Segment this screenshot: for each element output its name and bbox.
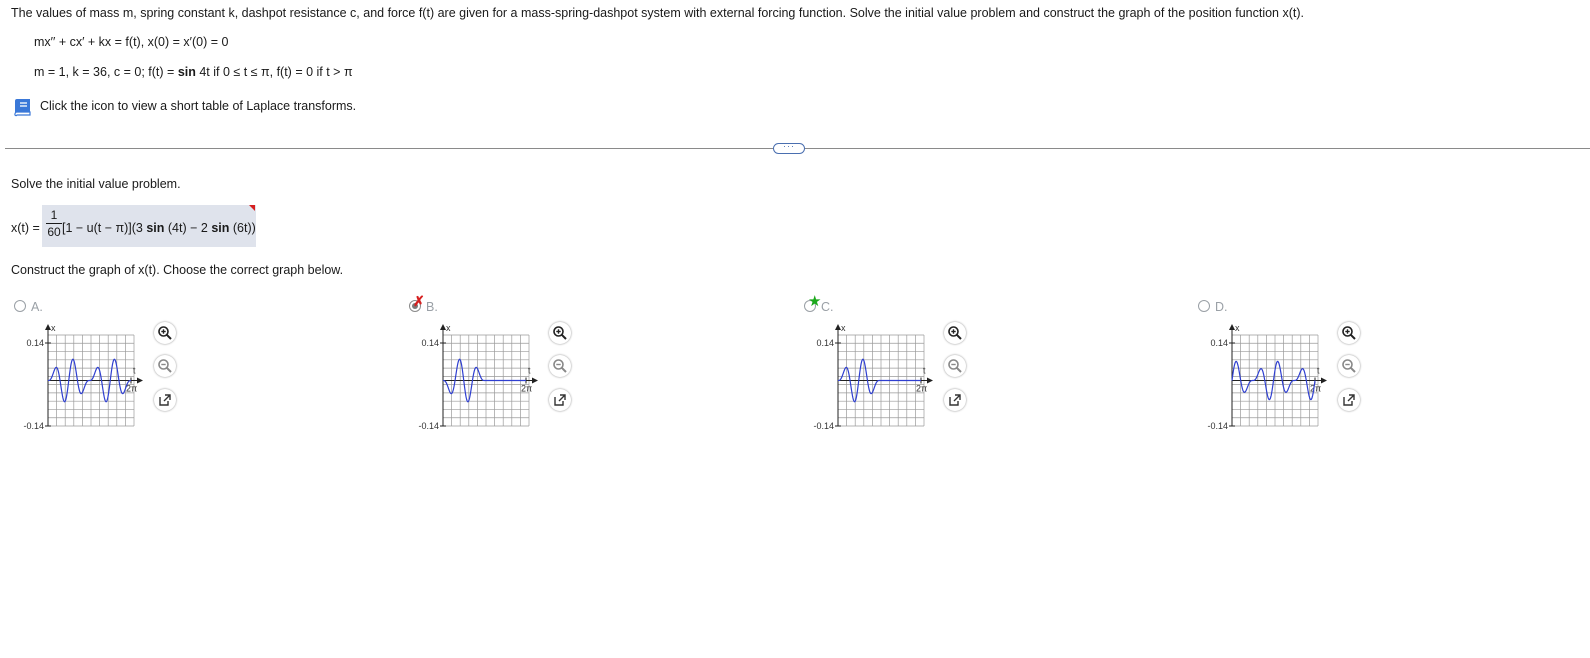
t-tick-label: 2π — [521, 384, 532, 394]
zoom-out-button[interactable] — [154, 355, 176, 377]
t-axis-label: t — [133, 366, 136, 376]
zoom-out-icon — [553, 359, 567, 373]
popout-icon — [1343, 394, 1355, 406]
answer-part-a: [1 − u(t − π)](3 — [62, 221, 147, 235]
fraction-bar — [46, 223, 62, 224]
position-graph: x t 0.14 -0.14 2π — [813, 323, 933, 431]
fraction-denominator: 60 — [47, 225, 61, 239]
expand-more-button[interactable]: ··· — [773, 142, 805, 154]
zoom-in-button[interactable] — [154, 322, 176, 344]
x-axis-label: x — [841, 323, 846, 333]
zoom-out-button[interactable] — [549, 355, 571, 377]
answer-part-c: (6t)) — [229, 221, 256, 235]
popout-button[interactable] — [944, 389, 966, 411]
position-graph: x t 0.14 -0.14 2π — [418, 323, 538, 431]
parameters-line: m = 1, k = 36, c = 0; f(t) = sin 4t if 0… — [34, 65, 353, 79]
x-axis-label: x — [1235, 323, 1240, 333]
t-axis-arrow-icon — [1321, 377, 1327, 384]
zoom-out-button[interactable] — [944, 355, 966, 377]
t-tick-label: 2π — [126, 384, 137, 394]
position-curve — [838, 358, 921, 403]
choice-radio[interactable] — [14, 300, 26, 312]
problem-statement: The values of mass m, spring constant k,… — [11, 6, 1304, 20]
zoom-in-button[interactable] — [549, 322, 571, 344]
y-max-label: 0.14 — [816, 338, 834, 348]
choice-label: B. — [426, 300, 438, 314]
zoom-in-icon — [948, 326, 962, 340]
zoom-out-button[interactable] — [1338, 355, 1360, 377]
t-tick-label: 2π — [916, 384, 927, 394]
choice-d[interactable]: D. x t 0.14 -0.14 2π — [1196, 297, 1396, 447]
t-axis-label: t — [923, 366, 926, 376]
x-axis-label: x — [446, 323, 451, 333]
parameters-suffix: 4t if 0 ≤ t ≤ π, f(t) = 0 if t > π — [195, 65, 353, 79]
t-tick-label: 2π — [1310, 384, 1321, 394]
parameters-sin: sin — [177, 65, 196, 79]
zoom-out-icon — [948, 359, 962, 373]
part1-prompt: Solve the initial value problem. — [11, 177, 181, 191]
y-max-label: 0.14 — [421, 338, 439, 348]
laplace-table-link[interactable]: Click the icon to view a short table of … — [40, 99, 356, 113]
popout-button[interactable] — [549, 389, 571, 411]
t-axis-label: t — [528, 366, 531, 376]
popout-button[interactable] — [154, 389, 176, 411]
zoom-out-icon — [158, 359, 172, 373]
t-axis-arrow-icon — [532, 377, 538, 384]
y-min-label: -0.14 — [1207, 421, 1228, 431]
book-icon[interactable] — [12, 97, 34, 117]
fraction-numerator: 1 — [50, 208, 58, 222]
answer-box[interactable]: 1 60 [1 − u(t − π)](3 sin (4t) − 2 sin (… — [42, 205, 256, 247]
parameters-prefix: m = 1, k = 36, c = 0; f(t) = — [34, 65, 178, 79]
differential-equation: mx′′ + cx′ + kx = f(t), x(0) = x′(0) = 0 — [34, 35, 229, 49]
answer-sin-1: sin — [146, 221, 165, 235]
zoom-in-button[interactable] — [1338, 322, 1360, 344]
y-max-label: 0.14 — [1210, 338, 1228, 348]
answer-lhs: x(t) = — [11, 221, 40, 235]
y-min-label: -0.14 — [23, 421, 44, 431]
y-max-label: 0.14 — [26, 338, 44, 348]
incorrect-flag-icon — [249, 205, 255, 211]
zoom-in-icon — [158, 326, 172, 340]
y-min-label: -0.14 — [813, 421, 834, 431]
popout-icon — [159, 394, 171, 406]
choice-a[interactable]: A. x t 0.14 -0.14 2π — [12, 297, 212, 447]
part2-prompt: Construct the graph of x(t). Choose the … — [11, 263, 344, 277]
correct-star-icon: ★ — [808, 293, 822, 310]
popout-icon — [949, 394, 961, 406]
choice-label: D. — [1215, 300, 1228, 314]
x-axis-label: x — [51, 323, 56, 333]
t-axis-arrow-icon — [137, 377, 143, 384]
choice-radio[interactable] — [1198, 300, 1210, 312]
answer-fraction: 1 60 — [46, 208, 62, 239]
choice-label: C. — [821, 300, 834, 314]
choice-c[interactable]: ★ C. x t 0.14 -0.14 2π — [802, 293, 1002, 447]
popout-button[interactable] — [1338, 389, 1360, 411]
t-axis-label: t — [1317, 366, 1320, 376]
answer-part-b: (4t) − 2 — [164, 221, 212, 235]
zoom-in-icon — [1342, 326, 1356, 340]
zoom-out-icon — [1342, 359, 1356, 373]
position-curve — [48, 358, 131, 403]
zoom-in-icon — [553, 326, 567, 340]
choice-b[interactable]: ✗ B. x t 0.14 -0.14 2π — [407, 293, 607, 447]
choice-label: A. — [31, 300, 43, 314]
answer-expression: [1 − u(t − π)](3 sin (4t) − 2 sin (6t)) — [62, 221, 256, 235]
popout-icon — [554, 394, 566, 406]
position-graph: x t 0.14 -0.14 2π — [1207, 323, 1327, 431]
t-axis-arrow-icon — [927, 377, 933, 384]
position-curve — [443, 358, 526, 403]
y-min-label: -0.14 — [418, 421, 439, 431]
wrong-x-icon: ✗ — [413, 293, 425, 309]
zoom-in-button[interactable] — [944, 322, 966, 344]
position-graph: x t 0.14 -0.14 2π — [23, 323, 143, 431]
answer-sin-2: sin — [211, 221, 230, 235]
